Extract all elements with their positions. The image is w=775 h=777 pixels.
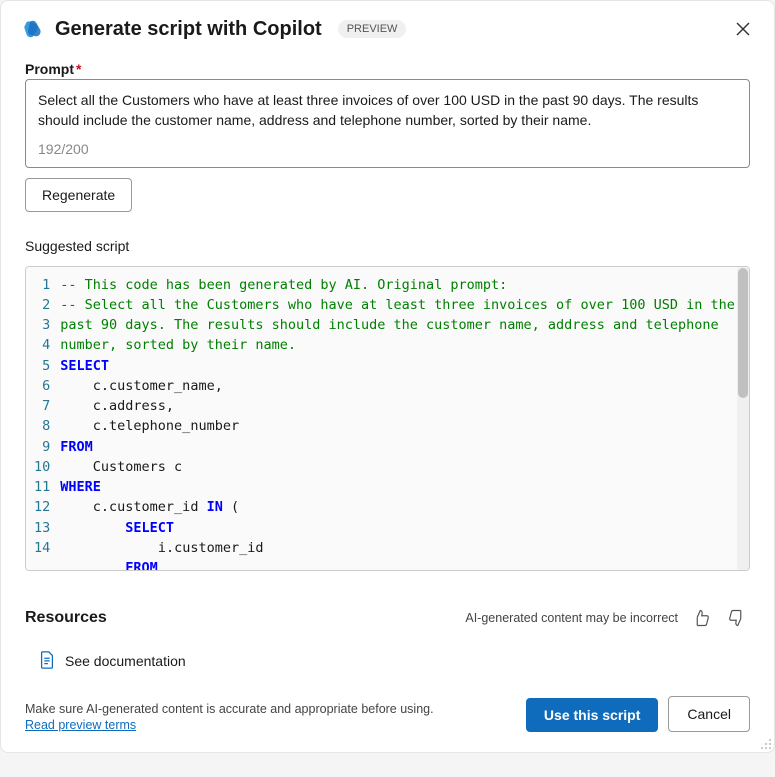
document-icon (39, 651, 55, 672)
close-icon (736, 22, 750, 36)
resources-row: Resources AI-generated content may be in… (25, 605, 750, 631)
prompt-char-count: 192/200 (38, 141, 737, 157)
prompt-box: Select all the Customers who have at lea… (25, 79, 750, 168)
copilot-script-dialog: Generate script with Copilot PREVIEW Pro… (0, 0, 775, 753)
thumbs-up-icon (692, 609, 710, 627)
dialog-body: Prompt* Select all the Customers who hav… (1, 49, 774, 680)
use-this-script-button[interactable]: Use this script (526, 698, 658, 732)
thumbs-down-icon (728, 609, 746, 627)
scrollbar-thumb[interactable] (738, 268, 748, 398)
dialog-title: Generate script with Copilot (55, 18, 322, 41)
resources-heading: Resources (25, 609, 107, 627)
prompt-label: Prompt* (25, 61, 750, 77)
thumbs-down-button[interactable] (724, 605, 750, 631)
copilot-icon (21, 17, 45, 41)
close-button[interactable] (732, 18, 754, 40)
prompt-field: Prompt* Select all the Customers who hav… (25, 61, 750, 212)
read-preview-terms-link[interactable]: Read preview terms (25, 718, 516, 732)
line-gutter: 1234567891011121314 (26, 267, 56, 570)
regenerate-button[interactable]: Regenerate (25, 178, 132, 212)
scrollbar[interactable] (737, 267, 749, 570)
resize-grip[interactable] (758, 736, 772, 750)
doc-link-label: See documentation (65, 653, 186, 669)
preview-badge: PREVIEW (338, 20, 407, 38)
thumbs-up-button[interactable] (688, 605, 714, 631)
ai-warning-text: AI-generated content may be incorrect (465, 611, 678, 625)
code-content[interactable]: -- This code has been generated by AI. O… (56, 267, 749, 570)
suggested-script-label: Suggested script (25, 238, 750, 254)
footer-disclaimer: Make sure AI-generated content is accura… (25, 702, 516, 716)
cancel-button[interactable]: Cancel (668, 696, 750, 732)
suggested-script-editor[interactable]: 1234567891011121314 -- This code has bee… (25, 266, 750, 571)
see-documentation-link[interactable]: See documentation (25, 639, 750, 680)
prompt-input[interactable]: Select all the Customers who have at lea… (38, 90, 737, 131)
dialog-footer: Make sure AI-generated content is accura… (1, 680, 774, 752)
dialog-header: Generate script with Copilot PREVIEW (1, 1, 774, 49)
